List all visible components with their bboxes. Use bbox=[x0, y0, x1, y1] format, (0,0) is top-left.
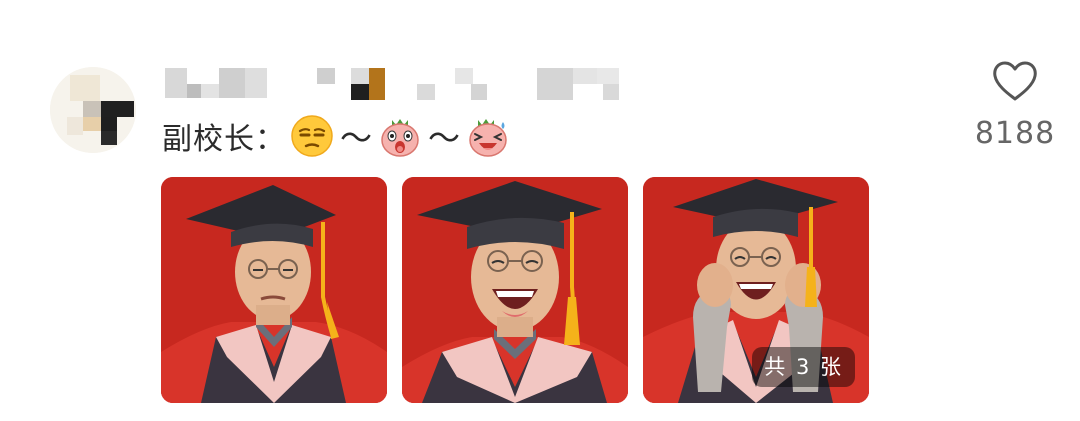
username[interactable] bbox=[165, 66, 645, 102]
comment-prefix: 副校长： bbox=[162, 122, 286, 157]
surprised-pink-character-emoji bbox=[378, 114, 422, 158]
unamused-face-emoji bbox=[290, 114, 334, 158]
avatar[interactable] bbox=[50, 67, 136, 153]
tilde-separator: ～ bbox=[428, 119, 461, 157]
image-thumbnail-2[interactable] bbox=[402, 177, 628, 403]
like-count: 8188 bbox=[974, 116, 1056, 151]
heart-outline-icon[interactable] bbox=[992, 60, 1038, 102]
laughing-pink-character-emoji bbox=[466, 114, 510, 158]
image-thumbnail-1[interactable] bbox=[161, 177, 387, 403]
like-button[interactable]: 8188 bbox=[970, 60, 1060, 151]
image-count-badge: 共 3 张 bbox=[752, 347, 855, 387]
comment-card: 副校长： ～ ～ 8188 共 3 张 bbox=[0, 0, 1080, 421]
tilde-separator: ～ bbox=[340, 119, 373, 157]
image-thumbnail-3[interactable]: 共 3 张 bbox=[643, 177, 869, 403]
comment-text: 副校长： ～ ～ bbox=[162, 114, 514, 158]
